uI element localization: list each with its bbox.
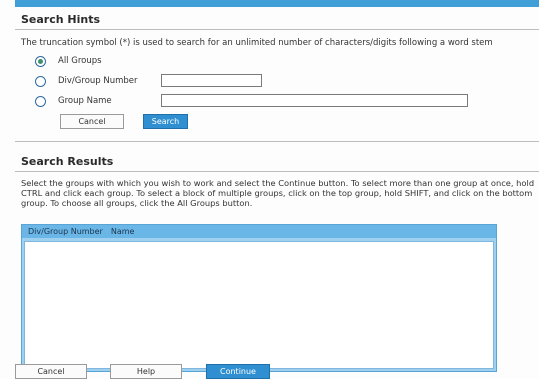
radio-unselected-icon[interactable] [35, 75, 46, 87]
radio-label-all-groups: All Groups [58, 56, 102, 66]
group-name-input[interactable] [161, 94, 468, 107]
hints-cancel-button[interactable]: Cancel [60, 114, 124, 129]
radio-unselected-icon[interactable] [35, 95, 46, 107]
search-hints-text: The truncation symbol (*) is used to sea… [21, 38, 493, 48]
continue-button[interactable]: Continue [206, 364, 270, 379]
column-header-div-group-number[interactable]: Div/Group Number [28, 227, 103, 236]
div-group-number-input[interactable] [161, 74, 262, 87]
column-header-name[interactable]: Name [111, 227, 135, 236]
divider [15, 171, 539, 172]
radio-option-group-name[interactable]: Group Name [35, 94, 112, 108]
radio-label-div-group-number: Div/Group Number [58, 76, 138, 86]
search-hints-title: Search Hints [21, 13, 101, 26]
search-results-instructions: Select the groups with which you wish to… [21, 178, 535, 208]
results-list[interactable] [24, 241, 494, 369]
divider [15, 29, 539, 30]
radio-selected-icon[interactable] [35, 55, 46, 67]
radio-option-div-group-number[interactable]: Div/Group Number [35, 74, 138, 88]
results-list-header: Div/Group Number Name [22, 225, 496, 238]
top-accent-bar [15, 0, 539, 7]
help-button[interactable]: Help [110, 364, 182, 379]
cancel-button[interactable]: Cancel [15, 364, 87, 379]
radio-option-all-groups[interactable]: All Groups [35, 54, 102, 68]
search-results-title: Search Results [21, 155, 114, 168]
search-button[interactable]: Search [143, 114, 188, 129]
divider [15, 141, 539, 142]
radio-label-group-name: Group Name [58, 96, 112, 106]
results-list-box: Div/Group Number Name [21, 224, 497, 372]
